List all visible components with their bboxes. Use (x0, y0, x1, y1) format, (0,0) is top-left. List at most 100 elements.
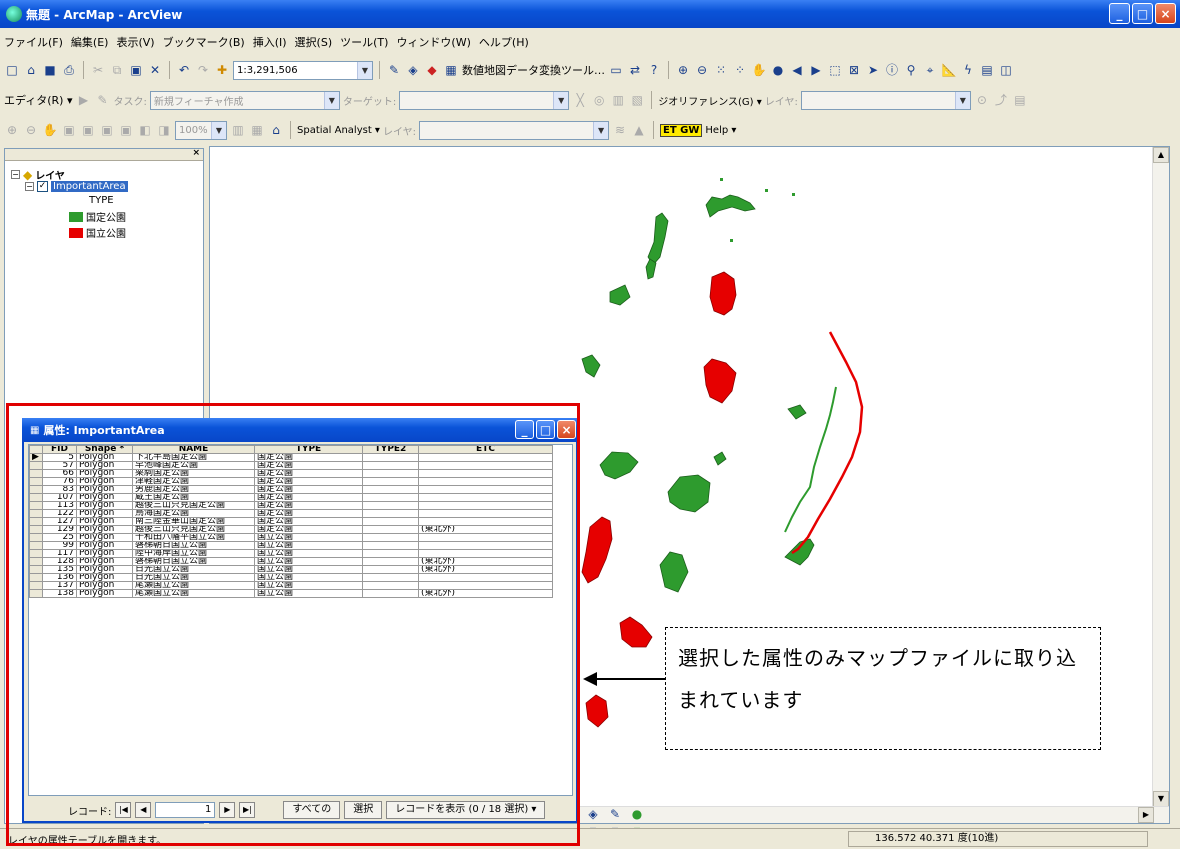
table-row[interactable]: ▶ 5 Polygon 下北半島国定公園 国定公園 (29, 453, 553, 462)
cell-name[interactable]: 栗駒国定公園 (132, 469, 255, 478)
cell-name[interactable]: 陸中海岸国立公園 (132, 549, 255, 558)
cell-shape[interactable]: Polygon (76, 453, 133, 462)
row-selector[interactable]: ▶ (29, 453, 43, 462)
attr-minimize-button[interactable]: _ (515, 420, 534, 439)
layout-pan-icon[interactable]: ✋ (42, 122, 58, 138)
cell-type2[interactable] (362, 541, 419, 550)
open-icon[interactable]: ⌂ (23, 62, 39, 78)
row-selector[interactable] (29, 573, 43, 582)
editor-toolbar-icon[interactable]: ✎ (386, 62, 402, 78)
cell-type2[interactable] (362, 485, 419, 494)
delete-icon[interactable]: ✕ (147, 62, 163, 78)
cell-type[interactable]: 国立公園 (254, 557, 363, 566)
cell-type[interactable]: 国立公園 (254, 589, 363, 598)
arctoolbox-icon[interactable]: ◆ (424, 62, 440, 78)
cell-fid[interactable]: 129 (42, 525, 77, 534)
cell-shape[interactable]: Polygon (76, 501, 133, 510)
zoom-out-icon[interactable]: ⊖ (694, 62, 710, 78)
pan-icon[interactable]: ✋ (751, 62, 767, 78)
cell-etc[interactable]: (東北外) (418, 557, 553, 566)
first-record-icon[interactable]: |◀ (115, 802, 132, 818)
col-header-shape[interactable]: Shape * (76, 445, 133, 454)
menu-window[interactable]: ウィンドウ(W) (396, 34, 470, 50)
cell-shape[interactable]: Polygon (76, 533, 133, 542)
cell-etc[interactable] (418, 517, 553, 526)
close-button[interactable]: × (1155, 3, 1176, 24)
time-slider-icon[interactable]: ◫ (998, 62, 1014, 78)
layout-zoom-out-icon[interactable]: ⊖ (23, 122, 39, 138)
toggle-draft-icon[interactable]: ▥ (230, 122, 246, 138)
row-selector[interactable] (29, 589, 43, 598)
cell-fid[interactable]: 107 (42, 493, 77, 502)
cell-shape[interactable]: Polygon (76, 581, 133, 590)
table-row[interactable]: 128 Polygon 磐梯朝日国立公園 国立公園 (東北外) (29, 557, 553, 566)
cell-type[interactable]: 国立公園 (254, 565, 363, 574)
cell-shape[interactable]: Polygon (76, 549, 133, 558)
cell-etc[interactable] (418, 461, 553, 470)
cell-fid[interactable]: 99 (42, 541, 77, 550)
cell-fid[interactable]: 113 (42, 501, 77, 510)
cell-type[interactable]: 国立公園 (254, 533, 363, 542)
cell-type2[interactable] (362, 581, 419, 590)
whats-this-icon[interactable]: ? (646, 62, 662, 78)
cell-shape[interactable]: Polygon (76, 509, 133, 518)
new-icon[interactable]: □ (4, 62, 20, 78)
cell-shape[interactable]: Polygon (76, 461, 133, 470)
add-control-points-icon[interactable]: ⤴ (993, 92, 1009, 108)
cell-type[interactable]: 国定公園 (254, 461, 363, 470)
cell-type2[interactable] (362, 461, 419, 470)
fill-color-icon[interactable]: ◈ ▾ (585, 806, 601, 837)
rotate-georef-icon[interactable]: ⊙ (974, 92, 990, 108)
cell-type[interactable]: 国定公園 (254, 525, 363, 534)
table-row[interactable]: 138 Polygon 尾瀬国立公園 国立公園 (東北外) (29, 589, 553, 598)
toc-root[interactable]: − ◆ レイヤ (11, 167, 65, 182)
cell-type2[interactable] (362, 533, 419, 542)
layout-zoom-combo[interactable]: 100% ▼ (175, 120, 227, 140)
cell-shape[interactable]: Polygon (76, 565, 133, 574)
cell-fid[interactable]: 128 (42, 557, 77, 566)
table-row[interactable]: 83 Polygon 男鹿国定公園 国定公園 (29, 485, 553, 494)
cell-shape[interactable]: Polygon (76, 493, 133, 502)
cell-type2[interactable] (362, 477, 419, 486)
back-layout-icon[interactable]: ◧ (137, 122, 153, 138)
contour-icon[interactable]: ≋ (612, 122, 628, 138)
cell-type[interactable]: 国定公園 (254, 485, 363, 494)
cell-type[interactable]: 国定公園 (254, 493, 363, 502)
find-icon[interactable]: ⚲ (903, 62, 919, 78)
cell-name[interactable]: 磐梯朝日国立公園 (132, 557, 255, 566)
select-elements-icon[interactable]: ➤ (865, 62, 881, 78)
row-selector[interactable] (29, 581, 43, 590)
row-selector[interactable] (29, 557, 43, 566)
cell-fid[interactable]: 135 (42, 565, 77, 574)
go-to-xy-icon[interactable]: ⌖ (922, 62, 938, 78)
cell-type[interactable]: 国定公園 (254, 453, 363, 462)
toc-close-icon[interactable]: × (192, 148, 200, 158)
table-row[interactable]: 127 Polygon 南三陸金華山国定公園 国定公園 (29, 517, 553, 526)
record-number-input[interactable]: 1 (155, 802, 216, 818)
table-row[interactable]: 25 Polygon 十和田八幡平国立公園 国立公園 (29, 533, 553, 542)
last-record-icon[interactable]: ▶| (239, 802, 256, 818)
cell-etc[interactable] (418, 501, 553, 510)
row-selector[interactable] (29, 509, 43, 518)
cell-fid[interactable]: 66 (42, 469, 77, 478)
menu-view[interactable]: 表示(V) (116, 34, 154, 50)
cell-fid[interactable]: 5 (42, 453, 77, 462)
add-data-icon[interactable]: ✚ (214, 62, 230, 78)
cell-type2[interactable] (362, 493, 419, 502)
focus-frame-icon[interactable]: ▦ (249, 122, 265, 138)
cell-shape[interactable]: Polygon (76, 557, 133, 566)
layer-name[interactable]: ImportantArea (51, 181, 128, 192)
row-selector[interactable] (29, 533, 43, 542)
undo-icon[interactable]: ↶ (176, 62, 192, 78)
task-combo[interactable]: 新規フィーチャ作成 ▼ (149, 90, 340, 110)
minimize-button[interactable]: _ (1109, 3, 1130, 24)
scroll-right-arrow-icon[interactable]: ▶ (1138, 807, 1154, 823)
col-header-name[interactable]: NAME (132, 445, 255, 454)
row-selector[interactable] (29, 549, 43, 558)
zoom-100-icon[interactable]: ▣ (80, 122, 96, 138)
cell-etc[interactable] (418, 533, 553, 542)
histogram-icon[interactable]: ▲ (631, 122, 647, 138)
cell-name[interactable]: 日光国立公園 (132, 573, 255, 582)
row-selector[interactable] (29, 485, 43, 494)
table-row[interactable]: 137 Polygon 尾瀬国立公園 国立公園 (29, 581, 553, 590)
